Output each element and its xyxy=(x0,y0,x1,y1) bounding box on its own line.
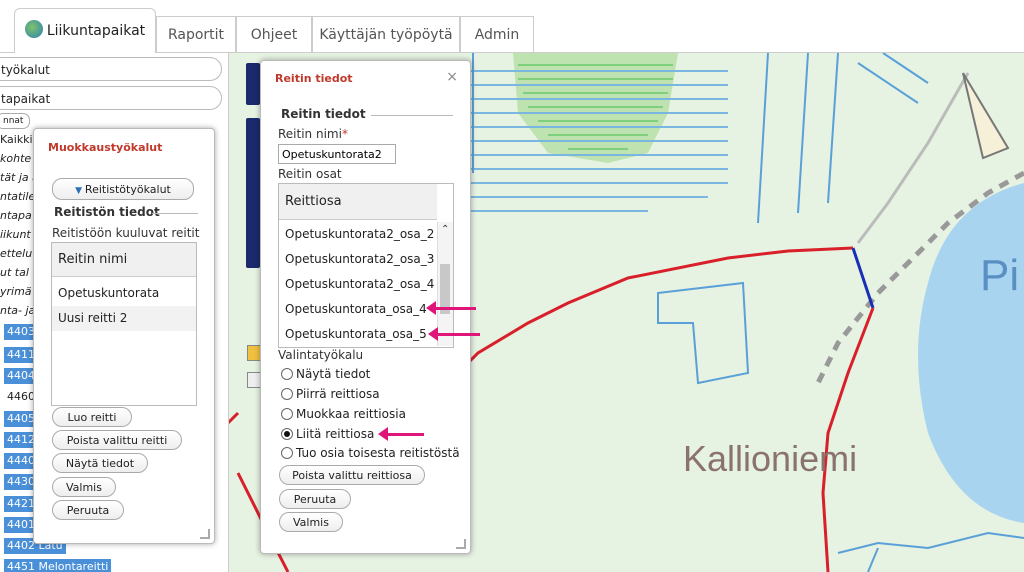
list-scrollbar[interactable]: ⌃ xyxy=(437,222,453,346)
tab-liikuntapaikat[interactable]: Liikuntapaikat xyxy=(14,8,156,53)
map-zoom-slider[interactable] xyxy=(246,118,260,268)
section-divider xyxy=(152,213,198,214)
dialog-title: Muokkaustyökalut xyxy=(48,141,163,154)
radio-selected-icon xyxy=(281,427,293,440)
category-link[interactable]: kohte xyxy=(0,152,31,165)
reitistotyokalut-toggle-button[interactable]: ▼ Reitistötyökalut xyxy=(52,178,194,200)
list-item[interactable]: Opetuskuntorata2_osa_3 xyxy=(279,247,437,272)
radio-label: Tuo osia toisesta reitistöstä xyxy=(296,446,460,460)
poista-reitti-button[interactable]: Poista valittu reitti xyxy=(52,430,182,450)
list-label: Reitistöön kuuluvat reitit xyxy=(52,226,200,240)
list-header: Reitin nimi xyxy=(52,243,196,277)
name-label-text: Reitin nimi xyxy=(278,127,342,141)
category-link[interactable]: ettelu xyxy=(0,247,32,260)
type-badge[interactable]: 4451 Melontareitti xyxy=(4,559,112,572)
globe-icon xyxy=(24,20,43,38)
category-link[interactable]: ut tal xyxy=(0,266,29,279)
button-label: Reitistötyökalut xyxy=(84,183,171,196)
resize-grip-icon[interactable] xyxy=(456,539,466,549)
tab-label: Liikuntapaikat xyxy=(46,23,146,39)
tab-kayttajan-tyopoyta[interactable]: Käyttäjän työpöytä xyxy=(312,16,460,52)
dialog-title: Reitin tiedot xyxy=(275,72,353,85)
valmis-button[interactable]: Valmis xyxy=(52,477,116,497)
annotation-arrow-icon xyxy=(378,427,424,441)
close-icon[interactable]: × xyxy=(446,69,458,85)
radio-circle-icon xyxy=(281,387,293,400)
accordion-liikuntapaikat[interactable]: tapaikat xyxy=(0,86,222,110)
radio-circle-icon xyxy=(281,407,293,420)
radio-label: Näytä tiedot xyxy=(296,367,371,381)
list-item[interactable]: Opetuskuntorata xyxy=(52,281,196,306)
category-link[interactable]: yrimä xyxy=(0,285,32,298)
radio-liita-reittiosa[interactable]: Liitä reittiosa xyxy=(281,427,374,441)
category-link[interactable]: ntatile xyxy=(0,190,35,203)
chevron-up-icon[interactable]: ⌃ xyxy=(441,224,449,235)
tab-admin[interactable]: Admin xyxy=(460,16,534,52)
category-link[interactable]: iikunt xyxy=(0,228,31,241)
list-item[interactable]: Opetuskuntorata_osa_5 xyxy=(279,322,437,347)
route-name-input[interactable] xyxy=(278,144,396,164)
luo-reitti-button[interactable]: Luo reitti xyxy=(52,407,132,427)
measure-tool-icon[interactable] xyxy=(247,372,261,388)
list-item[interactable]: Uusi reitti 2 xyxy=(52,306,196,331)
routes-list: Reitin nimi Opetuskuntorata Uusi reitti … xyxy=(51,242,197,406)
parts-label: Reitin osat xyxy=(278,167,342,181)
category-link[interactable]: ntapa xyxy=(0,209,32,222)
map-lake-label: Pi xyxy=(980,251,1020,300)
peruuta-button[interactable]: Peruuta xyxy=(279,489,351,509)
route-parts-list: Reittiosa Opetuskuntorata2_osa_2 Opetusk… xyxy=(278,183,454,348)
name-label: Reitin nimi* xyxy=(278,127,348,141)
radio-piirra-reittiosa[interactable]: Piirrä reittiosa xyxy=(281,387,380,401)
map-place-label: Kallioniemi xyxy=(683,438,858,479)
radio-label: Liitä reittiosa xyxy=(296,427,375,441)
list-item[interactable]: Opetuskuntorata2_osa_2 xyxy=(279,222,437,247)
radio-circle-icon xyxy=(281,446,293,459)
annotation-arrow-icon xyxy=(426,301,476,315)
section-title: Reitistön tiedot xyxy=(54,205,160,219)
poista-reittiosa-button[interactable]: Poista valittu reittiosa xyxy=(279,465,425,485)
list-item[interactable]: Opetuskuntorata2_osa_4 xyxy=(279,272,437,297)
map-pan-control[interactable] xyxy=(246,63,260,105)
radio-nayta-tiedot[interactable]: Näytä tiedot xyxy=(281,367,370,381)
peruuta-button[interactable]: Peruuta xyxy=(52,500,124,520)
list-item[interactable]: Opetuskuntorata_osa_4 xyxy=(279,297,437,322)
accordion-tyokalut[interactable]: työkalut xyxy=(0,57,222,81)
tool-label: Valintatyökalu xyxy=(278,348,364,362)
resize-grip-icon[interactable] xyxy=(200,529,210,539)
required-mark: * xyxy=(341,127,348,141)
top-navigation: Liikuntapaikat Raportit Ohjeet Käyttäjän… xyxy=(0,0,1024,53)
radio-muokkaa-reittiosia[interactable]: Muokkaa reittiosia xyxy=(281,407,406,421)
tab-raportit[interactable]: Raportit xyxy=(156,16,236,52)
triangle-down-icon: ▼ xyxy=(75,186,85,196)
valmis-button[interactable]: Valmis xyxy=(279,512,343,532)
section-divider xyxy=(371,115,453,116)
tab-ohjeet[interactable]: Ohjeet xyxy=(236,16,312,52)
category-link[interactable]: Kaikki xyxy=(0,133,33,146)
radio-circle-icon xyxy=(281,367,293,380)
radio-tuo-osia[interactable]: Tuo osia toisesta reitistöstä xyxy=(281,446,460,460)
hand-tool-icon[interactable] xyxy=(247,345,261,361)
radio-label: Piirrä reittiosa xyxy=(296,387,380,401)
radio-label: Muokkaa reittiosia xyxy=(296,407,406,421)
list-header: Reittiosa xyxy=(279,184,437,220)
filter-pill[interactable]: nnat xyxy=(0,113,31,129)
muokkaustyokalut-dialog: Muokkaustyökalut ▼ Reitistötyökalut Reit… xyxy=(33,128,215,544)
nayta-tiedot-button[interactable]: Näytä tiedot xyxy=(52,453,148,473)
section-title: Reitin tiedot xyxy=(281,107,366,121)
annotation-arrow-icon xyxy=(428,327,480,341)
category-link[interactable]: nta- ja xyxy=(0,304,35,317)
